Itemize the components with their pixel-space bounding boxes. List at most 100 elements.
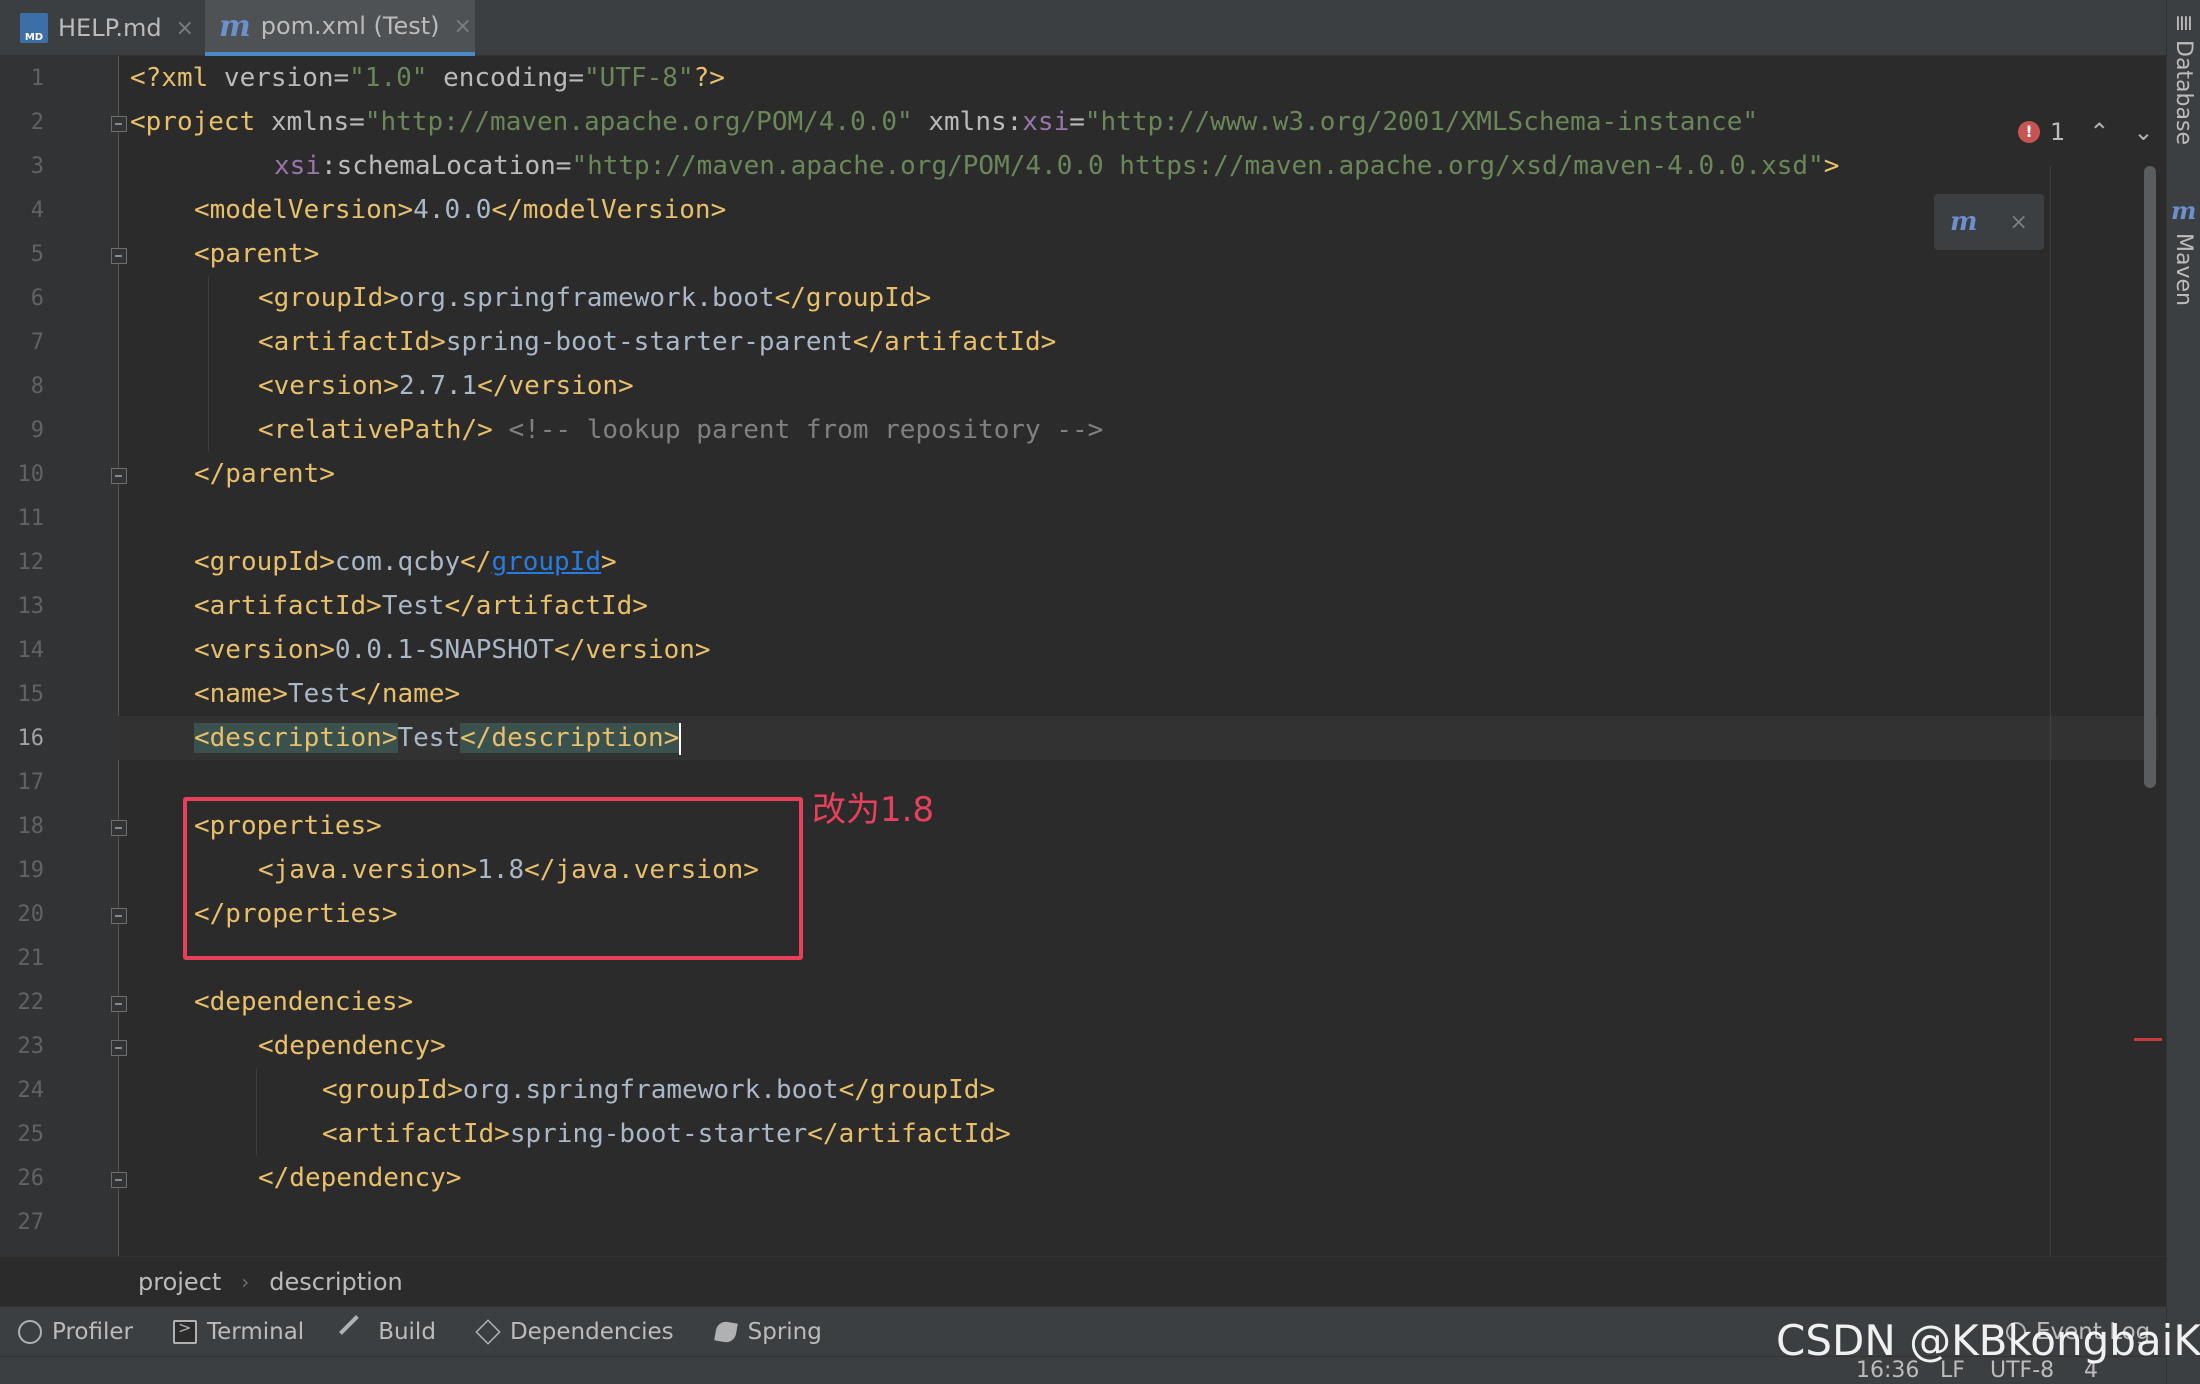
namespace: xsi [274,151,321,181]
fold-marker-icon[interactable] [111,908,127,924]
code-editor[interactable]: 1 2 3 4 5 6 7 8 9 10 11 12 13 14 15 16 1… [0,56,2166,1256]
line-number: 26 [17,1166,45,1191]
vertical-scrollbar[interactable] [2144,166,2156,788]
breadcrumb-item[interactable]: project [138,1268,221,1296]
tab-pom-xml[interactable]: m pom.xml (Test) × [205,0,475,56]
tag: <version> [258,371,399,401]
line-number: 22 [17,990,45,1015]
right-margin-guide [2050,166,2051,1256]
attr-name: version [223,63,334,93]
attr-value: "http://maven.apache.org/POM/4.0.0 https… [571,151,1824,181]
maven-file-icon: m [219,8,251,44]
close-icon[interactable]: × [2010,210,2028,235]
dependencies-button[interactable]: Dependencies [475,1319,674,1345]
tag-text: org.springframework.boot [398,283,775,313]
error-stripe-mark[interactable] [2134,1038,2162,1041]
fold-marker-icon[interactable] [111,996,127,1012]
code-line[interactable]: <dependencies> [194,980,413,1024]
tag-link[interactable]: groupId [491,547,601,577]
line-number: 3 [30,154,44,179]
attr-name: xmlns [270,107,350,137]
fold-marker-icon[interactable] [111,248,127,264]
close-icon[interactable]: × [454,14,472,39]
tag-text: org.springframework.boot [462,1075,839,1105]
code-line-current[interactable]: <description>Test</description> [194,716,682,760]
gutter-divider [118,56,119,1256]
line-number: 20 [17,902,45,927]
code-line[interactable]: <groupId>com.qcby</groupId> [194,540,617,584]
build-button[interactable]: Build [339,1314,436,1349]
code-line[interactable]: <groupId>org.springframework.boot</group… [258,276,931,320]
code-line[interactable]: <dependency> [258,1024,446,1068]
code-line[interactable]: <relativePath/> <!-- lookup parent from … [258,408,1103,452]
close-icon[interactable]: × [176,16,194,41]
comment: <!-- lookup parent from repository --> [492,415,1104,445]
database-tool-button[interactable]: ≣ Database [2171,14,2196,145]
line-number: 7 [30,330,44,355]
tool-label: Terminal [206,1318,305,1345]
tag-text: Test [287,679,351,709]
code-line[interactable]: <name>Test</name> [194,672,460,716]
terminal-button[interactable]: Terminal [172,1318,305,1345]
code-line[interactable]: </parent> [194,452,335,496]
profiler-button[interactable]: Profiler [18,1319,133,1345]
code-line[interactable]: </dependency> [258,1156,462,1200]
breadcrumb: project › description [0,1256,2166,1306]
fold-marker-icon[interactable] [111,116,127,132]
breadcrumb-item[interactable]: description [269,1268,402,1296]
code-line[interactable]: <parent> [194,232,319,276]
fold-marker-icon[interactable] [111,820,127,836]
fold-marker-icon[interactable] [111,1172,127,1188]
annotation-highlight-box [183,797,803,960]
indent-guide [256,1068,257,1156]
tag: <artifactId> [322,1119,510,1149]
line-number: 19 [17,858,45,883]
tag: <name> [194,679,288,709]
maven-reload-popup[interactable]: m × [1934,194,2044,250]
line-number: 23 [17,1034,45,1059]
tool-label: Maven [2171,233,2197,306]
tab-label: HELP.md [58,14,162,42]
previous-highlight-icon[interactable]: ⌃ [2089,118,2109,146]
line-number: 2 [30,110,44,135]
tag-highlighted: <description> [194,723,398,753]
tab-label: pom.xml (Test) [260,12,440,40]
xml-prolog: <?xml [130,63,224,93]
code-line[interactable]: <version>2.7.1</version> [258,364,634,408]
tag-highlighted: </description> [460,723,680,753]
line-number: 6 [30,286,44,311]
tag-text: 2.7.1 [398,371,478,401]
next-highlight-icon[interactable]: ⌄ [2133,118,2153,146]
fold-marker-icon[interactable] [111,468,127,484]
code-line[interactable]: <?xml version="1.0" encoding="UTF-8"?> [130,56,725,100]
code-line[interactable]: <project xmlns="http://maven.apache.org/… [130,100,1758,144]
tab-help-md[interactable]: MD HELP.md × [0,0,200,56]
maven-tool-button[interactable]: m Maven [2171,196,2196,306]
tag: </modelVersion> [491,195,727,225]
tag: </artifactId> [807,1119,1011,1149]
text-caret [679,722,682,755]
code-line[interactable]: <artifactId>Test</artifactId> [194,584,648,628]
code-line[interactable]: <modelVersion>4.0.0</modelVersion> [194,188,726,232]
code-line[interactable]: <groupId>org.springframework.boot</group… [322,1068,995,1112]
code-line[interactable]: xsi:schemaLocation="http://maven.apache.… [274,144,1839,188]
code-line[interactable]: <artifactId>spring-boot-starter-parent</… [258,320,1056,364]
watermark: CSDN @KBkongbaiKB [1776,1316,2200,1365]
tool-label: Spring [747,1318,822,1345]
xml-prolog-end: ?> [693,63,725,93]
maven-reload-icon[interactable]: m [1950,207,1978,237]
tag: </ [460,547,492,577]
error-count: 1 [2050,118,2066,146]
fold-marker-icon[interactable] [111,1040,127,1056]
tag: <modelVersion> [194,195,414,225]
tag: <artifactId> [258,327,446,357]
line-number: 15 [17,682,45,707]
tag: </groupId> [774,283,932,313]
code-line[interactable]: <artifactId>spring-boot-starter</artifac… [322,1112,1011,1156]
code-line[interactable]: <version>0.0.1-SNAPSHOT</version> [194,628,711,672]
attr-value: "1.0" [349,63,428,93]
inspection-widget[interactable]: ! 1 ⌃ ⌄ [2018,118,2154,146]
spring-button[interactable]: Spring [713,1318,822,1345]
hammer-icon [339,1314,374,1349]
